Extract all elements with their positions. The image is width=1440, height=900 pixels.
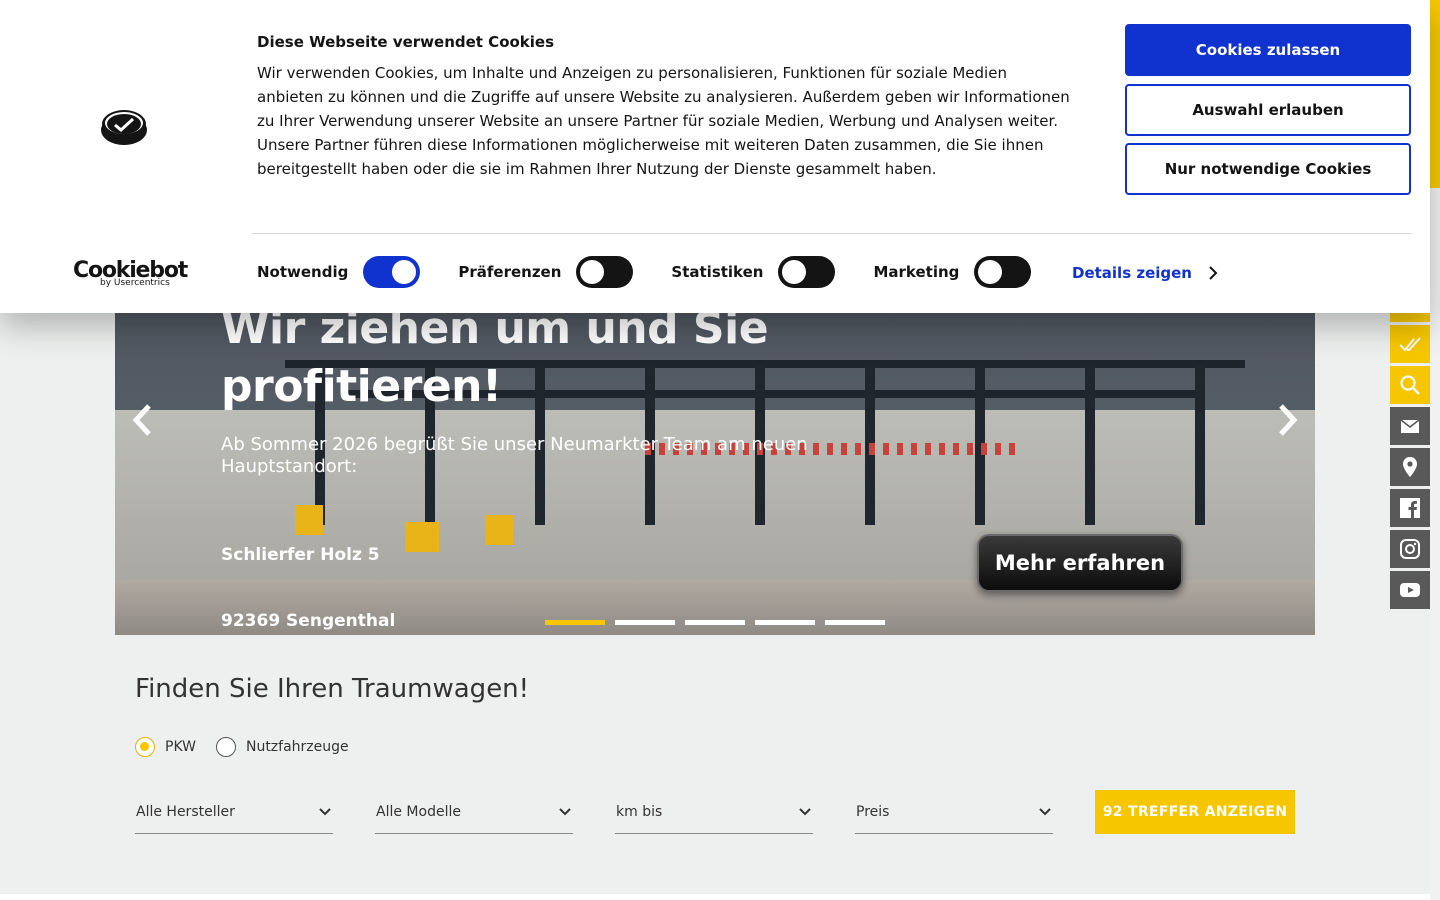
show-results-button[interactable]: 92 TREFFER ANZEIGEN xyxy=(1095,790,1295,834)
hero-title: Wir ziehen um und Sie profitieren! xyxy=(221,300,769,416)
cookie-divider xyxy=(252,233,1411,234)
model-select-value: Alle Modelle xyxy=(376,803,461,820)
model-select[interactable]: Alle Modelle xyxy=(375,790,573,834)
hero-address: Schlierfer Holz 5 92369 Sengenthal xyxy=(221,500,395,635)
slider-dot-5[interactable] xyxy=(825,620,885,625)
scrollbar-thumb[interactable] xyxy=(1430,0,1440,188)
manufacturer-select[interactable]: Alle Hersteller xyxy=(135,790,333,834)
slider-dot-4[interactable] xyxy=(755,620,815,625)
hero-title-line-2: profitieren! xyxy=(221,361,502,412)
hero-subtitle: Ab Sommer 2026 begrüßt Sie unser Neumark… xyxy=(221,434,808,477)
mileage-select[interactable]: km bis xyxy=(615,790,813,834)
side-button-facebook[interactable] xyxy=(1390,489,1430,527)
price-select[interactable]: Preis xyxy=(855,790,1053,834)
side-quick-links xyxy=(1390,290,1430,612)
slider-dot-1[interactable] xyxy=(545,620,605,625)
chevron-left-icon xyxy=(132,404,151,436)
radio-nutzfahrzeuge-circle[interactable] xyxy=(215,737,236,757)
toggle-necessary-switch[interactable] xyxy=(363,256,421,288)
cookiebot-brand-sub: by Usercentrics xyxy=(100,278,170,288)
instagram-icon xyxy=(1400,539,1420,559)
hero-address-street: Schlierfer Holz 5 xyxy=(221,545,380,565)
radio-nutzfahrzeuge-label: Nutzfahrzeuge xyxy=(245,739,349,755)
allow-all-cookies-button[interactable]: Cookies zulassen xyxy=(1125,24,1411,76)
cookie-description: Wir verwenden Cookies, um Inhalte und An… xyxy=(257,64,1070,178)
search-icon xyxy=(1400,375,1420,395)
chevron-right-icon xyxy=(1279,404,1298,436)
cookiebot-logo-icon xyxy=(101,110,147,145)
allow-selection-button[interactable]: Auswahl erlauben xyxy=(1125,84,1411,136)
chevron-down-icon xyxy=(319,807,331,815)
show-details-link[interactable]: Details zeigen xyxy=(1072,264,1218,282)
slider-dot-2[interactable] xyxy=(615,620,675,625)
toggle-marketing-label: Marketing xyxy=(873,263,960,281)
checklist-icon xyxy=(1399,337,1421,352)
slider-dot-3[interactable] xyxy=(685,620,745,625)
side-button-youtube[interactable] xyxy=(1390,571,1430,609)
cookie-category-toggles: Notwendig Präferenzen Statistiken Market… xyxy=(257,256,1069,288)
vehicle-type-radio-group: PKW Nutzfahrzeuge xyxy=(135,737,349,757)
toggle-preferences-label: Präferenzen xyxy=(458,263,562,281)
mileage-select-value: km bis xyxy=(616,803,663,820)
toggle-statistics-label: Statistiken xyxy=(671,263,764,281)
hero-slider: Wir ziehen um und Sie profitieren! Ab So… xyxy=(115,260,1315,635)
hero-address-city: 92369 Sengenthal xyxy=(221,611,396,631)
page-scrollbar[interactable] xyxy=(1430,0,1440,900)
radio-pkw-circle[interactable] xyxy=(135,737,155,757)
price-select-value: Preis xyxy=(856,803,890,820)
chevron-down-icon xyxy=(1039,807,1051,815)
side-button-mail[interactable] xyxy=(1390,407,1430,445)
search-title: Finden Sie Ihren Traumwagen! xyxy=(135,674,530,704)
toggle-marketing-switch[interactable] xyxy=(974,256,1032,288)
slider-prev-button[interactable] xyxy=(128,400,158,440)
location-icon xyxy=(1403,457,1417,477)
hero-generator xyxy=(405,522,439,552)
side-button-checklist[interactable] xyxy=(1390,325,1430,363)
necessary-cookies-only-button[interactable]: Nur notwendige Cookies xyxy=(1125,143,1411,195)
cookie-consent-banner: Cookiebot by Usercentrics Diese Webseite… xyxy=(0,0,1430,313)
side-button-instagram[interactable] xyxy=(1390,530,1430,568)
toggle-group-marketing: Marketing xyxy=(873,256,1032,288)
cookie-heading: Diese Webseite verwendet Cookies xyxy=(257,33,555,51)
manufacturer-select-value: Alle Hersteller xyxy=(136,803,235,820)
facebook-icon xyxy=(1400,498,1420,518)
chevron-down-icon xyxy=(559,807,571,815)
chevron-down-icon xyxy=(799,807,811,815)
mehr-erfahren-button[interactable]: Mehr erfahren xyxy=(977,534,1183,592)
side-button-location[interactable] xyxy=(1390,448,1430,486)
toggle-group-preferences: Präferenzen xyxy=(458,256,634,288)
toggle-group-necessary: Notwendig xyxy=(257,256,421,288)
chevron-right-icon xyxy=(1209,266,1218,280)
toggle-necessary-label: Notwendig xyxy=(257,263,349,281)
radio-pkw[interactable]: PKW xyxy=(135,737,196,757)
youtube-icon xyxy=(1400,583,1420,597)
toggle-group-statistics: Statistiken xyxy=(671,256,836,288)
hero-generator xyxy=(485,515,513,545)
footer-band xyxy=(0,894,1430,900)
side-button-search[interactable] xyxy=(1390,366,1430,404)
slider-next-button[interactable] xyxy=(1272,400,1302,440)
radio-pkw-label: PKW xyxy=(165,739,196,755)
show-details-label: Details zeigen xyxy=(1072,264,1192,282)
slider-dots xyxy=(545,620,885,625)
radio-nutzfahrzeuge[interactable]: Nutzfahrzeuge xyxy=(215,737,349,757)
toggle-preferences-switch[interactable] xyxy=(576,256,634,288)
mail-icon xyxy=(1400,419,1420,433)
toggle-statistics-switch[interactable] xyxy=(778,256,836,288)
